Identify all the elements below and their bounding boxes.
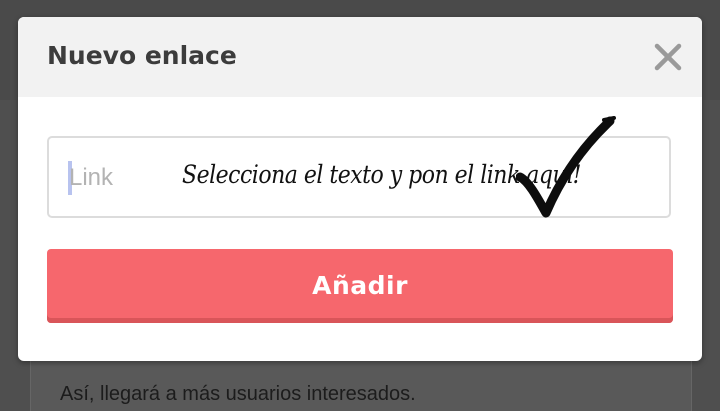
close-icon [654,43,682,71]
close-button[interactable] [648,37,688,77]
add-button[interactable]: Añadir [47,249,673,323]
dialog-title: Nuevo enlace [47,41,237,70]
checkmark-icon [516,116,616,218]
add-button-label: Añadir [312,271,408,300]
dialog-header: Nuevo enlace [18,17,702,97]
background-text: Así, llegará a más usuarios interesados. [60,383,416,405]
new-link-dialog: Nuevo enlace Selecciona el texto y pon e… [18,17,702,361]
